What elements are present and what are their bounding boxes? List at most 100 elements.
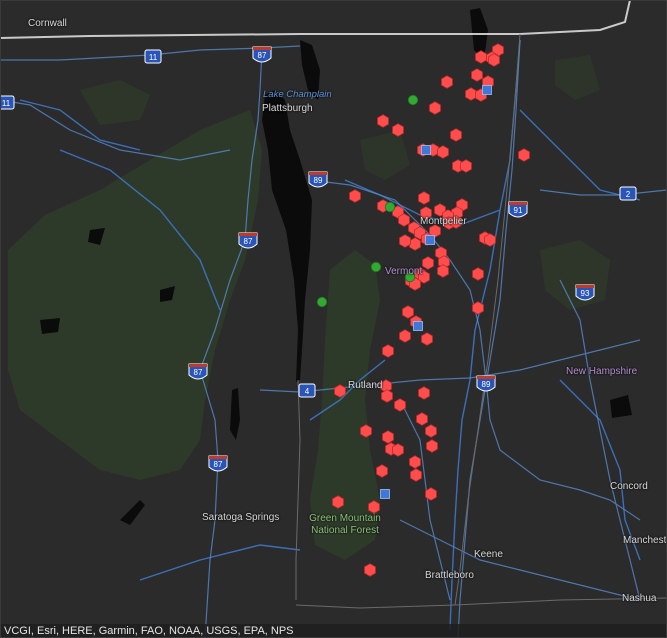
green-circle-marker[interactable] (407, 94, 419, 106)
red-hexagon-marker[interactable] (465, 87, 477, 101)
red-hexagon-marker[interactable] (437, 145, 449, 159)
label-plattsburgh: Plattsburgh (262, 103, 313, 114)
red-hexagon-marker[interactable] (410, 468, 422, 482)
blue-square-marker[interactable] (413, 321, 423, 331)
red-hexagon-marker[interactable] (377, 114, 389, 128)
shield-number: 89 (482, 380, 491, 389)
red-hexagon-marker[interactable] (409, 237, 421, 251)
label-brattleboro: Brattleboro (425, 570, 474, 581)
red-hexagon-marker[interactable] (368, 500, 380, 514)
red-hexagon-marker[interactable] (418, 386, 430, 400)
label-green-mountain-national-forest: Green Mountain National Forest (309, 513, 381, 536)
map-attribution[interactable]: VCGI, Esri, HERE, Garmin, FAO, NOAA, USG… (0, 624, 667, 638)
red-hexagon-marker[interactable] (392, 123, 404, 137)
basemap: 87 87 87 87 89 89 91 93 11 11 2 4 (0, 0, 667, 638)
route-shield: 11 (0, 95, 15, 110)
red-hexagon-marker[interactable] (475, 50, 487, 64)
red-hexagon-marker[interactable] (471, 68, 483, 82)
red-hexagon-marker[interactable] (425, 424, 437, 438)
route-shield: 2 (619, 186, 637, 201)
shield-number: 2 (626, 190, 631, 199)
red-hexagon-marker[interactable] (426, 439, 438, 453)
label-cornwall: Cornwall (28, 18, 67, 29)
forest-areas (8, 55, 610, 560)
red-hexagon-marker[interactable] (334, 384, 346, 398)
red-hexagon-marker[interactable] (418, 191, 430, 205)
shield-number: 11 (149, 53, 158, 62)
vt-nh-border (454, 33, 521, 606)
red-hexagon-marker[interactable] (484, 233, 496, 247)
interstate-shield: 89 (476, 375, 496, 392)
green-circle-marker[interactable] (384, 201, 396, 213)
label-vermont: Vermont (385, 266, 423, 277)
label-keene: Keene (474, 549, 503, 560)
interstate-shield: 87 (208, 455, 228, 472)
shield-number: 87 (244, 237, 253, 246)
red-hexagon-marker[interactable] (376, 464, 388, 478)
red-hexagon-marker[interactable] (429, 101, 441, 115)
red-hexagon-marker[interactable] (399, 329, 411, 343)
forest-patch-ne2 (555, 55, 600, 100)
red-hexagon-marker[interactable] (450, 128, 462, 142)
red-hexagon-marker[interactable] (402, 305, 414, 319)
blue-square-marker[interactable] (421, 145, 431, 155)
shield-number: 89 (314, 176, 323, 185)
red-hexagon-marker[interactable] (394, 398, 406, 412)
red-hexagon-marker[interactable] (416, 412, 428, 426)
green-circle-marker[interactable] (370, 261, 382, 273)
red-hexagon-marker[interactable] (421, 332, 433, 346)
adirondack-park (8, 110, 262, 480)
label-nashua: Nashua (622, 593, 657, 604)
forest-patch-ne (540, 240, 610, 310)
red-hexagon-marker[interactable] (360, 424, 372, 438)
red-hexagon-marker[interactable] (460, 159, 472, 173)
shield-number: 11 (2, 99, 11, 108)
red-hexagon-marker[interactable] (437, 264, 449, 278)
us-canada-border (0, 0, 631, 39)
red-hexagon-marker[interactable] (381, 389, 393, 403)
red-hexagon-marker[interactable] (422, 256, 434, 270)
interstate-shield: 87 (252, 46, 272, 63)
lake-champlain (262, 90, 312, 382)
red-hexagon-marker[interactable] (382, 430, 394, 444)
label-new-hampshire: New Hampshire (566, 366, 638, 377)
label-montpelier: Montpelier (420, 216, 467, 227)
shield-number: 4 (305, 387, 310, 396)
route-shield: 4 (298, 383, 316, 398)
red-hexagon-marker[interactable] (332, 495, 344, 509)
shield-number: 87 (258, 51, 267, 60)
interstate-shield: 93 (575, 284, 595, 301)
adirondack-lake-1 (40, 318, 60, 334)
red-hexagon-marker[interactable] (349, 189, 361, 203)
route-shield: 11 (144, 49, 162, 64)
nh-lake (610, 395, 632, 418)
green-circle-marker[interactable] (316, 296, 328, 308)
label-manchester: Manchester (623, 535, 667, 546)
red-hexagon-marker[interactable] (488, 53, 500, 67)
blue-square-marker[interactable] (380, 489, 390, 499)
shield-number: 93 (581, 289, 590, 298)
red-hexagon-marker[interactable] (364, 563, 376, 577)
forest-patch-north (80, 80, 150, 125)
shield-number: 87 (214, 460, 223, 469)
red-hexagon-marker[interactable] (392, 443, 404, 457)
shield-number: 87 (194, 368, 203, 377)
red-hexagon-marker[interactable] (399, 234, 411, 248)
red-hexagon-marker[interactable] (518, 148, 530, 162)
blue-square-marker[interactable] (425, 235, 435, 245)
label-lake-champlain: Lake Champlain (263, 89, 332, 100)
forest-patch-c (360, 130, 410, 180)
red-hexagon-marker[interactable] (398, 213, 410, 227)
lake-george (230, 388, 240, 440)
label-concord: Concord (610, 481, 648, 492)
red-hexagon-marker[interactable] (472, 301, 484, 315)
map-view[interactable]: 87 87 87 87 89 89 91 93 11 11 2 4 Cornwall Plattsbu… (0, 0, 667, 638)
blue-square-marker[interactable] (482, 85, 492, 95)
red-hexagon-marker[interactable] (382, 344, 394, 358)
red-hexagon-marker[interactable] (441, 75, 453, 89)
red-hexagon-marker[interactable] (472, 267, 484, 281)
red-hexagon-marker[interactable] (409, 455, 421, 469)
red-hexagon-marker[interactable] (425, 487, 437, 501)
interstate-shield: 87 (188, 363, 208, 380)
interstate-shield: 89 (308, 171, 328, 188)
